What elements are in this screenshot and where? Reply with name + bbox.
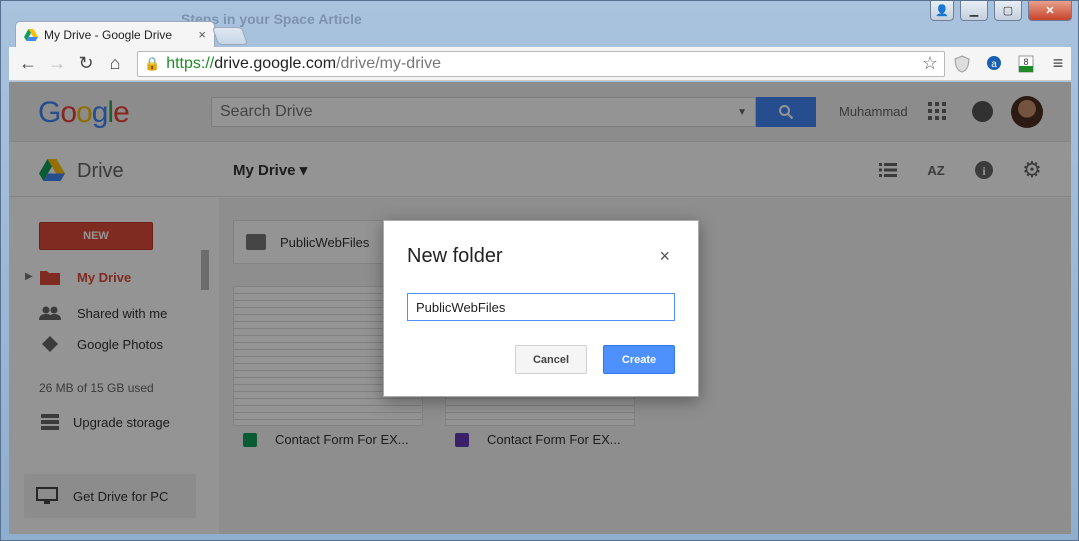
lock-icon: 🔒 [144,55,161,71]
drive-page: Google ▼ Muhammad Drive My Drive ▾ [9,82,1071,534]
browser-window: Steps in your Space Article 👤 ▁ ▢ ✕ My D… [0,0,1079,541]
shield-extension-icon[interactable] [947,51,977,77]
drive-favicon-icon [24,28,38,41]
maximize-button[interactable]: ▢ [994,1,1022,21]
tab-title: My Drive - Google Drive [44,27,173,42]
counter-extension-icon[interactable]: 8 [1011,51,1041,77]
new-folder-dialog: New folder × Cancel Create [383,220,699,397]
minimize-button[interactable]: ▁ [960,1,988,21]
svg-text:8: 8 [1023,57,1028,67]
address-bar[interactable]: 🔒 https://drive.google.com/drive/my-driv… [137,50,945,77]
create-button[interactable]: Create [603,345,675,374]
cancel-button[interactable]: Cancel [515,345,587,374]
svg-text:a: a [991,59,997,70]
bookmark-star-icon[interactable]: ☆ [922,53,938,74]
new-tab-button[interactable] [211,27,249,45]
reload-icon[interactable]: ↻ [73,51,99,77]
profile-icon[interactable]: 👤 [930,1,954,21]
window-controls: 👤 ▁ ▢ ✕ [930,1,1072,21]
browser-menu-icon[interactable]: ≡ [1045,53,1071,74]
dialog-title: New folder [407,245,503,267]
browser-toolbar: ← → ↻ ⌂ 🔒 https://drive.google.com/drive… [9,47,1071,81]
folder-name-input[interactable] [407,293,675,321]
tab-strip: My Drive - Google Drive × [9,21,1069,47]
close-icon[interactable]: × [659,246,670,267]
home-icon[interactable]: ⌂ [102,51,128,77]
close-window-button[interactable]: ✕ [1028,1,1072,21]
url-text: https://drive.google.com/drive/my-drive [166,54,441,72]
tab-my-drive[interactable]: My Drive - Google Drive × [15,21,215,47]
amazon-extension-icon[interactable]: a [979,51,1009,77]
back-icon[interactable]: ← [15,51,41,77]
tab-close-icon[interactable]: × [198,27,206,42]
forward-icon[interactable]: → [44,51,70,77]
